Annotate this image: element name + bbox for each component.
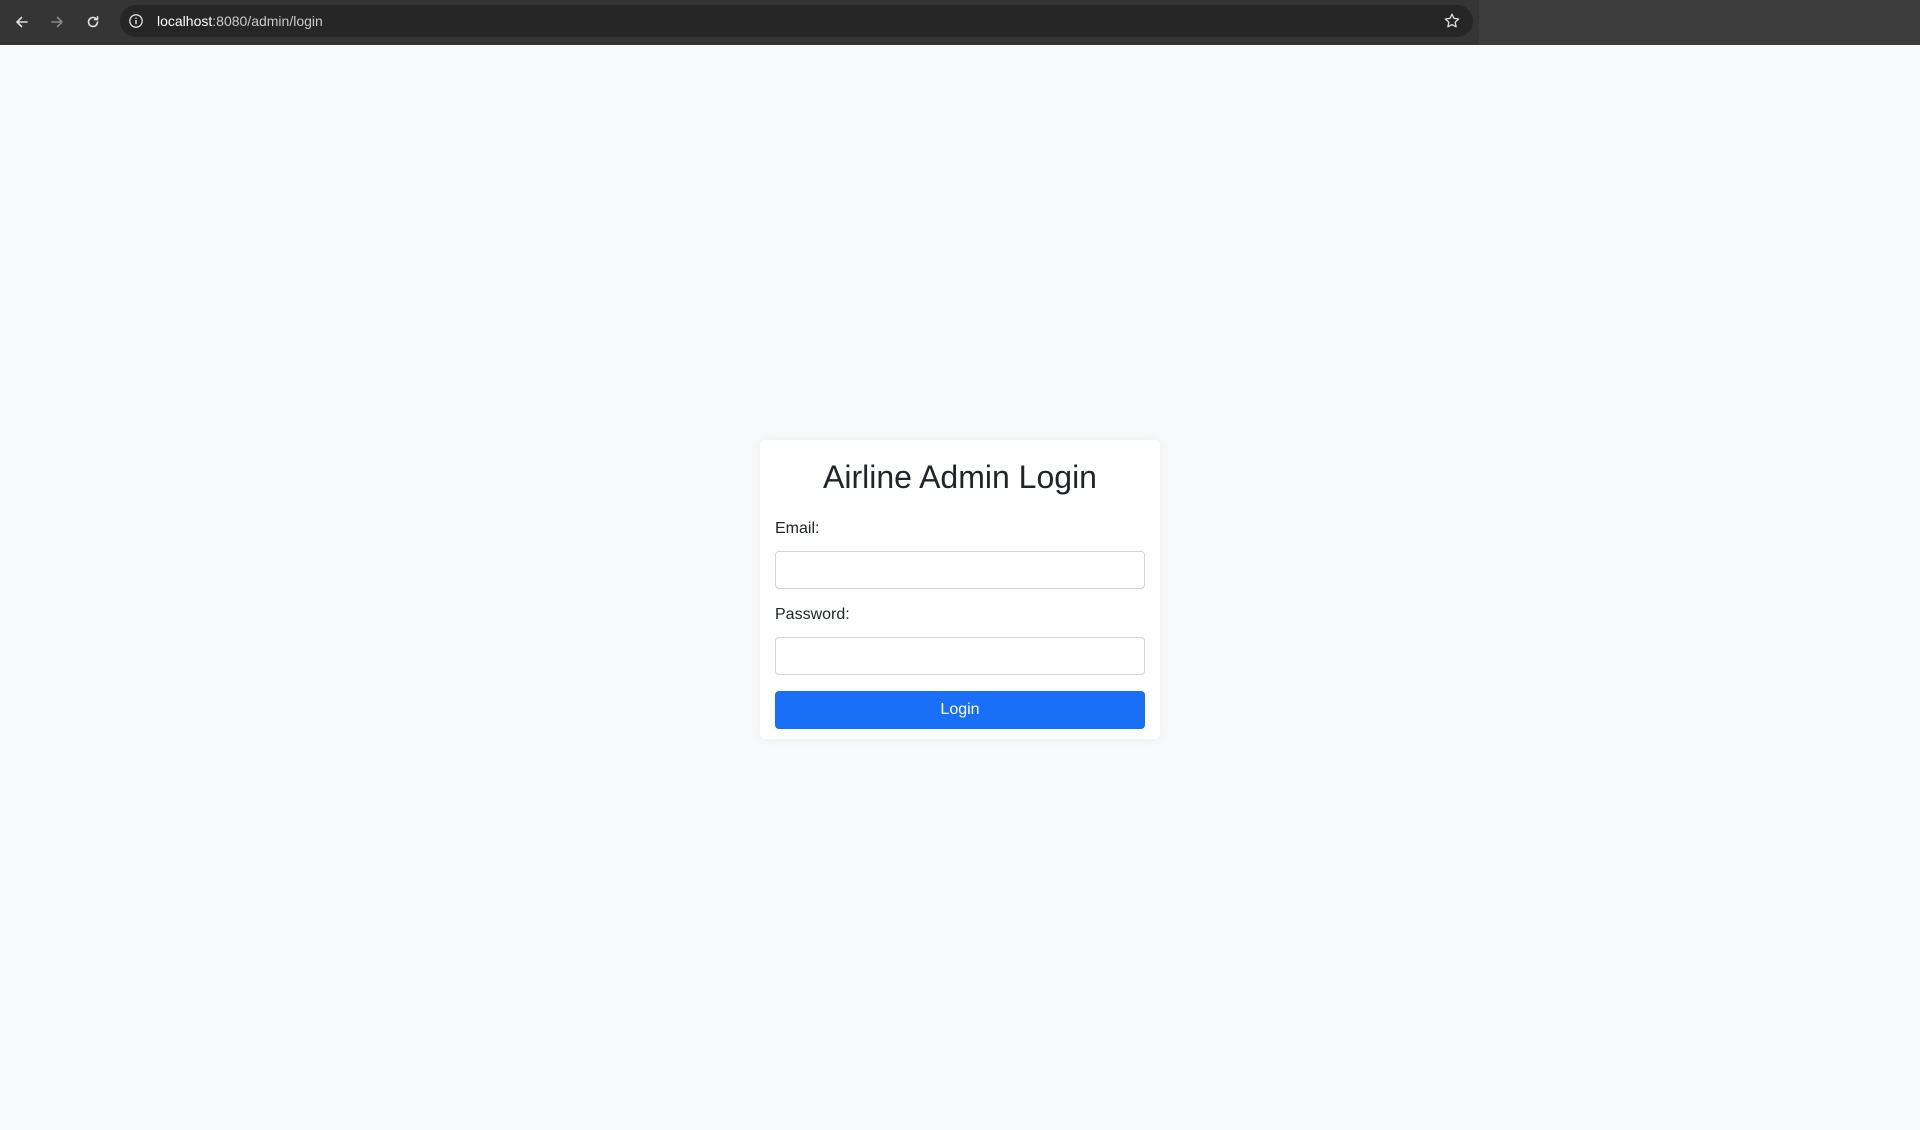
address-bar[interactable]: localhost:8080/admin/login <box>120 5 1473 37</box>
info-icon[interactable] <box>128 13 144 29</box>
url-path: :8080/admin/login <box>212 13 323 29</box>
password-field[interactable] <box>775 637 1145 675</box>
page-title: Airline Admin Login <box>823 459 1097 495</box>
browser-toolbar: localhost:8080/admin/login <box>0 0 1479 45</box>
forward-button[interactable] <box>45 10 69 34</box>
reload-icon <box>87 16 99 28</box>
login-card: Airline Admin Login Email: Password: Log… <box>760 440 1160 739</box>
star-icon[interactable] <box>1443 12 1461 30</box>
email-label: Email: <box>775 520 820 537</box>
back-button[interactable] <box>10 10 34 34</box>
page-body: Airline Admin Login Email: Password: Log… <box>0 45 1920 1130</box>
reload-button[interactable] <box>81 10 105 34</box>
password-label: Password: <box>775 606 850 623</box>
browser-chrome: localhost:8080/admin/login <box>0 0 1920 45</box>
forward-arrow-icon <box>51 16 63 28</box>
back-arrow-icon <box>16 16 28 28</box>
url-text[interactable]: localhost:8080/admin/login <box>157 13 323 29</box>
url-host: localhost <box>157 13 213 29</box>
login-button[interactable]: Login <box>775 691 1145 729</box>
email-field[interactable] <box>775 551 1145 589</box>
